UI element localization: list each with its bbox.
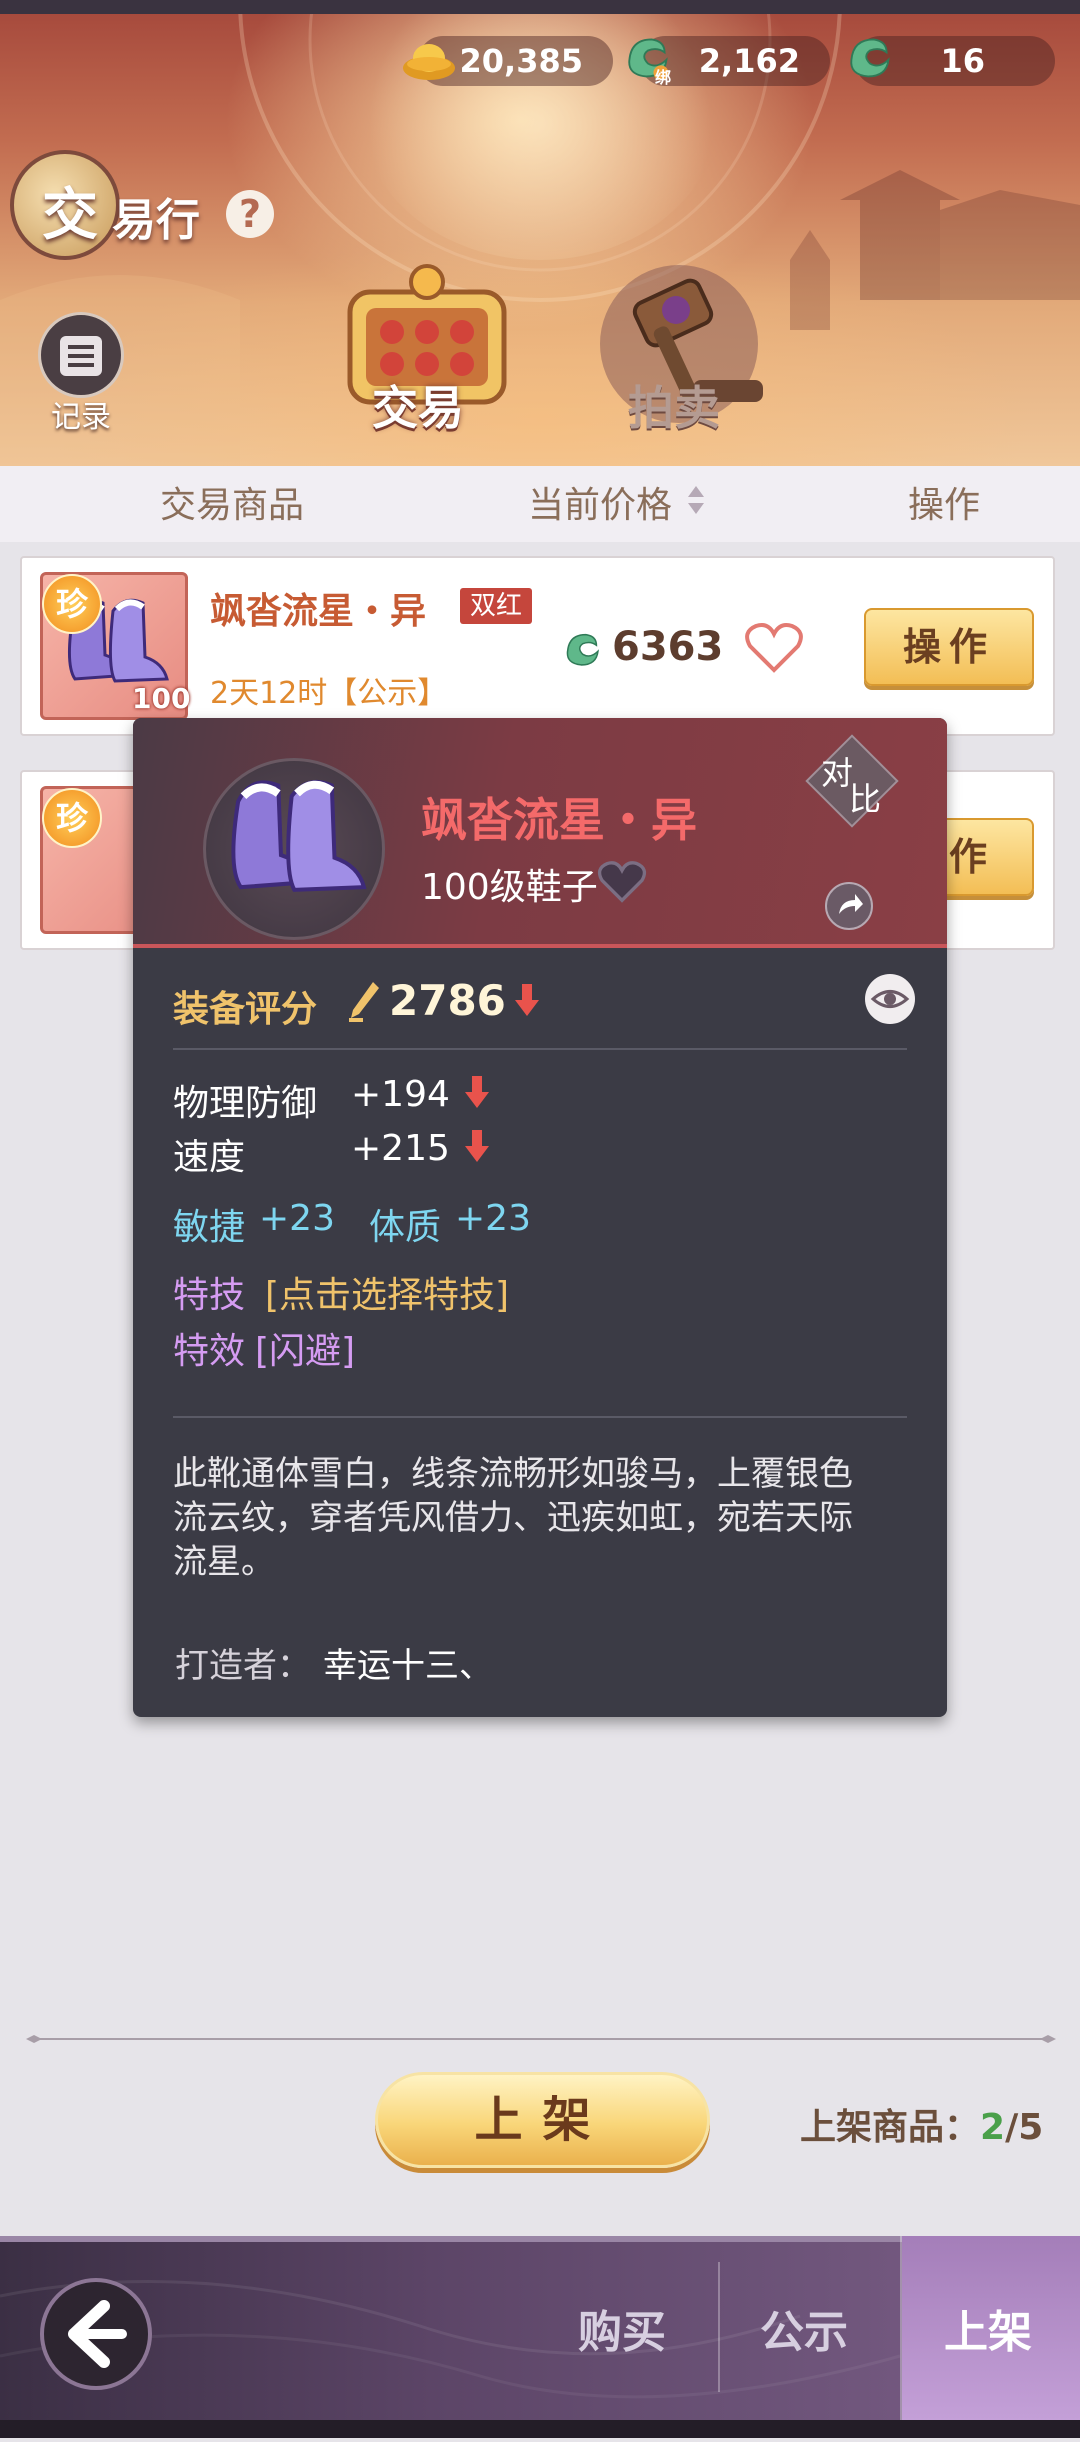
currency-jade-value: 16 (940, 42, 985, 80)
decrease-arrow-icon (465, 1076, 489, 1108)
boots-icon (231, 779, 367, 892)
time-remaining: 2天12时【公示】 (210, 676, 448, 711)
item-name: 飒沓流星・异 (210, 591, 427, 632)
divider (173, 1416, 907, 1418)
status-strip (0, 0, 1080, 14)
rarity-badge: 珍 (42, 574, 102, 634)
back-arrow-icon (68, 2300, 127, 2368)
decrease-arrow-icon (515, 984, 539, 1016)
stat-label-speed: 速度 (173, 1137, 246, 1178)
decrease-arrow-icon (465, 1130, 489, 1162)
page-title-rest: 易行 (112, 195, 200, 246)
maker-label: 打造者： (175, 1646, 311, 1686)
maker-name: 幸运十三、 (323, 1646, 493, 1686)
column-price[interactable]: 当前价格 (528, 476, 672, 528)
attr-value-constitution: +23 (455, 1198, 531, 1239)
slots-used: 2 (980, 2107, 1006, 2148)
favorite-heart-icon[interactable] (597, 860, 647, 904)
system-bar (0, 2420, 1080, 2438)
back-button[interactable] (40, 2278, 152, 2390)
description-line: 流云纹，穿者凭风借力、迅疾如虹，宛若天际 (173, 1498, 853, 1538)
list-icon (60, 336, 102, 376)
skill-label: 特技 (173, 1275, 246, 1316)
page-title-first-char: 交 (42, 183, 98, 248)
nav-tab-notice[interactable]: 公示 (760, 2296, 848, 2360)
slots-total: /5 (1005, 2107, 1044, 2148)
preview-button[interactable] (865, 974, 915, 1024)
listing-slots-label: 上架商品：2/5 (800, 2098, 1043, 2150)
nav-separator (900, 2236, 902, 2422)
nav-tab-buy[interactable]: 购买 (578, 2296, 666, 2360)
divider (173, 1048, 907, 1050)
stat-label-defense: 物理防御 (173, 1083, 318, 1124)
tooltip-item-type: 100级鞋子 (421, 867, 598, 908)
jade-coin-icon (850, 38, 890, 78)
share-button[interactable] (825, 882, 873, 930)
attr-value-agility: +23 (259, 1198, 335, 1239)
tooltip-item-name: 飒沓流星・异 (421, 793, 697, 847)
description-line: 此靴通体雪白，线条流畅形如骏马，上覆银色 (173, 1454, 853, 1494)
record-label: 记录 (51, 400, 111, 435)
eye-icon (870, 990, 910, 1008)
item-price: 6363 (612, 624, 724, 670)
slots-label: 上架商品： (800, 2107, 981, 2148)
stat-value-speed: +215 (351, 1128, 450, 1169)
stat-value-defense: +194 (351, 1074, 450, 1115)
nav-tab-sell[interactable]: 上架 (944, 2296, 1032, 2360)
tab-trade[interactable]: 交易 (372, 372, 464, 438)
skill-select-link[interactable]: [点击选择特技] (265, 1266, 509, 1318)
list-item-button[interactable]: 上架 (375, 2072, 710, 2168)
attr-label-agility: 敏捷 (173, 1207, 246, 1248)
currency-gold-value: 20,385 (459, 42, 583, 80)
currency-bound-jade-value: 2,162 (698, 42, 800, 80)
item-detail-tooltip: 飒沓流星・异 100级鞋子 对 比 装备评分 2786 物理防御 +194 速度… (133, 718, 947, 1717)
score-label: 装备评分 (173, 989, 318, 1030)
score-pen-icon (349, 982, 379, 1022)
effect-value: [闪避] (255, 1331, 356, 1372)
double-red-tag: 双红 (460, 588, 533, 624)
compare-label-bottom: 比 (849, 780, 882, 818)
bound-badge: 绑 (655, 68, 672, 87)
help-icon[interactable]: ? (226, 190, 274, 238)
gold-ingot-icon (403, 44, 455, 80)
operate-button[interactable]: 操作 (864, 608, 1034, 686)
favorite-heart-icon[interactable] (744, 622, 804, 674)
section-divider (26, 2035, 1056, 2043)
item-description: 此靴通体雪白，线条流畅形如骏马，上覆银色 流云纹，穿者凭风借力、迅疾如虹，宛若天… (173, 1452, 913, 1584)
column-action: 操作 (908, 485, 981, 526)
effect-label: 特效 (173, 1331, 246, 1372)
sort-icon[interactable] (686, 484, 706, 516)
tab-auction[interactable]: 拍卖 (628, 372, 720, 438)
attr-label-constitution: 体质 (369, 1207, 442, 1248)
share-icon (839, 894, 863, 914)
rarity-badge: 珍 (42, 788, 102, 848)
column-item: 交易商品 (160, 485, 305, 526)
description-line: 流星。 (173, 1542, 275, 1582)
nav-separator (718, 2262, 720, 2392)
jade-coin-icon (566, 633, 599, 666)
score-value: 2786 (389, 976, 506, 1025)
item-level: 100 (132, 682, 191, 715)
header-divider (133, 944, 947, 948)
